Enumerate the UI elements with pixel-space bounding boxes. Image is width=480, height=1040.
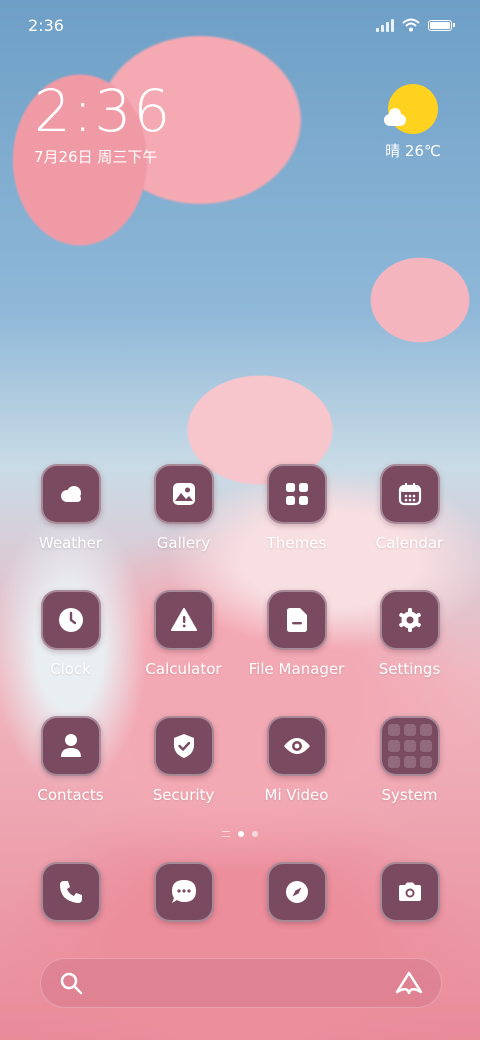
app-icon-tile bbox=[266, 862, 327, 922]
gear-icon bbox=[398, 608, 421, 632]
app-label: Calculator bbox=[145, 660, 222, 678]
dock-messages[interactable] bbox=[127, 862, 240, 924]
app-grid: Weather Gallery Themes Calendar Clock Ca… bbox=[14, 464, 466, 838]
app-label: System bbox=[381, 786, 438, 804]
camera-icon bbox=[398, 882, 421, 901]
app-icon-tile bbox=[40, 590, 101, 650]
widget-time: 2:36 bbox=[34, 77, 173, 145]
app-settings[interactable]: Settings bbox=[353, 590, 466, 712]
person-icon bbox=[60, 734, 81, 757]
folder-grid-icon bbox=[387, 724, 432, 768]
chat-bubble-icon bbox=[171, 880, 196, 903]
status-icons bbox=[376, 18, 455, 32]
app-security[interactable]: Security bbox=[127, 716, 240, 838]
app-label: Contacts bbox=[37, 786, 104, 804]
app-icon-tile bbox=[266, 716, 327, 776]
app-weather[interactable]: Weather bbox=[14, 464, 127, 586]
dock bbox=[14, 862, 466, 924]
app-icon-tile bbox=[266, 590, 327, 650]
app-label: Mi Video bbox=[264, 786, 329, 804]
app-icon-tile bbox=[40, 464, 101, 524]
app-clock[interactable]: Clock bbox=[14, 590, 127, 712]
battery-icon bbox=[428, 19, 455, 31]
app-label: Gallery bbox=[156, 534, 211, 552]
app-themes[interactable]: Themes bbox=[240, 464, 353, 586]
calendar-icon bbox=[398, 483, 421, 506]
compass-icon bbox=[285, 881, 308, 903]
app-label: Security bbox=[152, 786, 215, 804]
page-indicator-lines bbox=[222, 831, 230, 837]
page-indicator[interactable] bbox=[0, 831, 480, 837]
app-label: Settings bbox=[378, 660, 441, 678]
app-calculator[interactable]: Calculator bbox=[127, 590, 240, 712]
app-label: File Manager bbox=[248, 660, 345, 678]
status-time: 2:36 bbox=[28, 15, 64, 35]
weather-widget[interactable]: 晴 26℃ bbox=[382, 84, 444, 161]
app-mi-video[interactable]: Mi Video bbox=[240, 716, 353, 838]
app-system-folder[interactable]: System bbox=[353, 716, 466, 838]
clock-widget[interactable]: 2:36 7月26日 周三下午 bbox=[34, 78, 172, 167]
app-icon-tile bbox=[153, 716, 214, 776]
eye-icon bbox=[283, 738, 310, 754]
grid-icon bbox=[285, 483, 308, 505]
app-icon-tile bbox=[40, 716, 101, 776]
dock-phone[interactable] bbox=[14, 862, 127, 924]
clock-icon bbox=[58, 608, 83, 632]
signal-icon bbox=[376, 18, 394, 32]
app-file-manager[interactable]: File Manager bbox=[240, 590, 353, 712]
app-gallery[interactable]: Gallery bbox=[127, 464, 240, 586]
search-bar[interactable] bbox=[40, 958, 442, 1008]
app-label: Weather bbox=[38, 534, 103, 552]
assistant-icon[interactable] bbox=[395, 971, 423, 995]
app-icon-tile bbox=[379, 464, 440, 524]
app-icon-tile bbox=[153, 464, 214, 524]
search-icon[interactable] bbox=[59, 971, 83, 995]
cloud-icon bbox=[60, 486, 81, 502]
page-dot-active bbox=[238, 831, 244, 837]
weather-condition-temp: 晴 26℃ bbox=[385, 142, 441, 160]
app-label: Clock bbox=[50, 660, 91, 678]
app-icon-tile bbox=[379, 590, 440, 650]
app-icon-tile bbox=[379, 862, 440, 922]
phone-icon bbox=[59, 881, 82, 903]
app-icon-tile bbox=[379, 716, 440, 776]
sun-cloud-icon bbox=[384, 84, 438, 134]
image-icon bbox=[172, 483, 195, 505]
folder-icon bbox=[286, 608, 307, 632]
app-icon-tile bbox=[153, 590, 214, 650]
shield-check-icon bbox=[173, 734, 194, 758]
widget-date: 7月26日 周三下午 bbox=[34, 148, 158, 166]
app-icon-tile bbox=[266, 464, 327, 524]
app-contacts[interactable]: Contacts bbox=[14, 716, 127, 838]
page-dot bbox=[252, 831, 258, 837]
app-icon-tile bbox=[153, 862, 214, 922]
wifi-icon bbox=[402, 18, 420, 32]
warning-triangle-icon bbox=[170, 608, 197, 631]
dock-browser[interactable] bbox=[240, 862, 353, 924]
dock-camera[interactable] bbox=[353, 862, 466, 924]
app-calendar[interactable]: Calendar bbox=[353, 464, 466, 586]
app-label: Calendar bbox=[375, 534, 444, 552]
app-label: Themes bbox=[266, 534, 327, 552]
status-bar: 2:36 bbox=[0, 0, 480, 50]
app-icon-tile bbox=[40, 862, 101, 922]
